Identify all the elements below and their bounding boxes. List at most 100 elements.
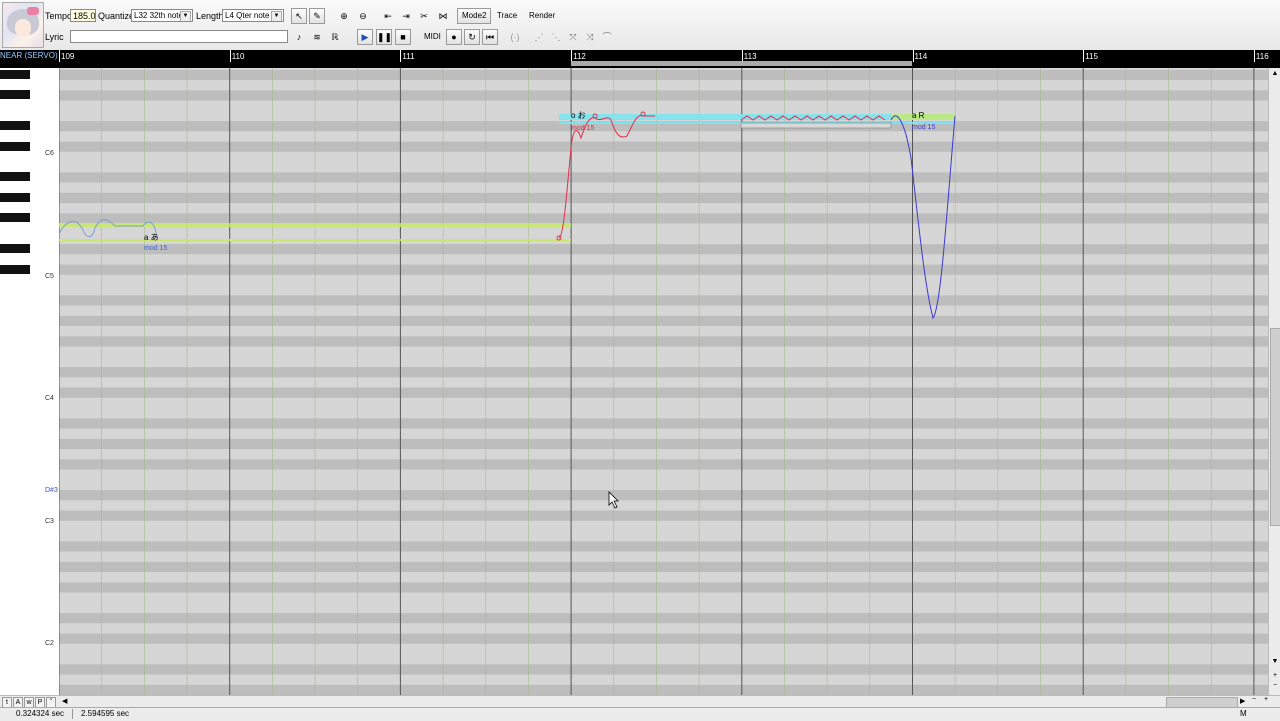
tempo-input[interactable]: 185.0 bbox=[70, 9, 96, 22]
rewind-button[interactable]: ⏮ bbox=[482, 29, 498, 45]
curve-tool-3-button[interactable]: ⤧ bbox=[565, 29, 581, 45]
black-key[interactable] bbox=[0, 244, 30, 254]
pitch-row bbox=[59, 531, 1268, 542]
curve-tool-1-button[interactable]: ⋰ bbox=[531, 29, 547, 45]
zoom-minus-icon[interactable]: − bbox=[1270, 682, 1280, 691]
lyric-label: Lyric bbox=[45, 32, 64, 42]
loop-icon: ↻ bbox=[468, 32, 476, 42]
pitch-row bbox=[59, 469, 1268, 480]
scroll-right-icon[interactable]: ▶ bbox=[1240, 697, 1245, 705]
pitch-row bbox=[59, 151, 1268, 163]
scroll-thumb[interactable] bbox=[1270, 328, 1280, 526]
note-lyric: a R bbox=[912, 111, 925, 120]
zoom-in-button[interactable]: ⊕ bbox=[336, 8, 352, 24]
black-key[interactable] bbox=[0, 172, 30, 182]
note-lyric: o お bbox=[571, 111, 586, 120]
bar-tick bbox=[400, 50, 402, 62]
scroll-up-icon[interactable]: ▲ bbox=[1270, 70, 1280, 79]
curve-5-icon: ⌒ bbox=[602, 32, 612, 42]
split-button[interactable]: ✂ bbox=[416, 8, 432, 24]
pitch-row bbox=[59, 572, 1268, 583]
quantize-select[interactable]: L32 32th note ▼ bbox=[131, 9, 193, 22]
piano-keyboard[interactable]: C6 C5 C4 D#3 C3 C2 bbox=[0, 68, 60, 695]
pitch-row bbox=[59, 500, 1268, 511]
track-name: NEAR (SERVO) bbox=[0, 51, 58, 60]
pitch-row bbox=[59, 643, 1268, 655]
note-tool-button[interactable]: ♪ bbox=[291, 29, 307, 45]
black-key[interactable] bbox=[0, 69, 30, 79]
loop-range-bar[interactable] bbox=[571, 61, 912, 66]
curve-2-icon: ⋱ bbox=[551, 32, 561, 42]
black-key[interactable] bbox=[0, 213, 30, 223]
vertical-scrollbar[interactable]: ▲ ▼ + − bbox=[1268, 68, 1280, 695]
mode-button[interactable]: Mode2 bbox=[457, 8, 492, 24]
disabled-button[interactable]: (·) bbox=[507, 29, 523, 45]
loop-button[interactable]: ↻ bbox=[464, 29, 480, 45]
rewind-icon: ⏮ bbox=[485, 32, 495, 42]
lyric-tool-button[interactable]: ℝ bbox=[327, 29, 343, 45]
curve-tool-5-button[interactable]: ⌒ bbox=[599, 29, 615, 45]
black-key[interactable] bbox=[0, 90, 30, 100]
pencil-tool-button[interactable]: ✎ bbox=[309, 8, 325, 24]
pitch-row bbox=[59, 684, 1268, 695]
move-right-button[interactable]: ⇥ bbox=[398, 8, 414, 24]
curve-tool-4-button[interactable]: ⤨ bbox=[582, 29, 598, 45]
black-key[interactable] bbox=[0, 264, 30, 274]
curve-tool-2-button[interactable]: ⋱ bbox=[548, 29, 564, 45]
scroll-left-icon[interactable]: ◀ bbox=[62, 697, 67, 705]
length-select[interactable]: L4 Qter note ▼ bbox=[222, 9, 284, 22]
select-tool-button[interactable]: ↖ bbox=[291, 8, 307, 24]
pitch-row bbox=[59, 274, 1268, 286]
avatar-bow bbox=[27, 7, 39, 15]
pitch-row bbox=[59, 654, 1268, 665]
pitch-row bbox=[59, 285, 1268, 296]
pencil-icon: ✎ bbox=[313, 11, 321, 21]
move-left-button[interactable]: ⇤ bbox=[380, 8, 396, 24]
quantize-value: L32 32th note bbox=[134, 11, 183, 20]
midi-button[interactable]: MIDI bbox=[419, 29, 446, 45]
black-key[interactable] bbox=[0, 192, 30, 202]
record-button[interactable]: ● bbox=[446, 29, 462, 45]
pitch-row bbox=[59, 90, 1268, 101]
bar-number: 109 bbox=[61, 52, 75, 61]
scroll-down-icon[interactable]: ▼ bbox=[1270, 658, 1280, 667]
pitch-row bbox=[59, 162, 1268, 173]
bracket-icon: (·) bbox=[510, 32, 520, 42]
zoom-in-icon: ⊕ bbox=[340, 11, 348, 21]
play-button[interactable]: ▶ bbox=[357, 29, 373, 45]
status-bar: 0.324324 sec 2.594595 sec M bbox=[0, 707, 1280, 721]
bar-number: 116 bbox=[1255, 52, 1269, 61]
bar-number: 113 bbox=[743, 52, 757, 61]
pitch-row bbox=[59, 100, 1268, 111]
zoom-out-button[interactable]: ⊖ bbox=[355, 8, 371, 24]
hzoom-plus-icon[interactable]: + bbox=[1264, 696, 1268, 703]
bar-number: 115 bbox=[1085, 52, 1098, 61]
vibrato-range[interactable] bbox=[740, 122, 892, 129]
pitch-row bbox=[59, 428, 1268, 439]
note-modulation: mod 15 bbox=[912, 124, 935, 131]
pitch-row bbox=[59, 408, 1268, 419]
bar-number: 110 bbox=[231, 52, 245, 61]
chevron-down-icon: ▼ bbox=[180, 11, 191, 21]
note-label: C6 bbox=[45, 150, 54, 157]
lyric-icon: ℝ bbox=[331, 32, 339, 42]
black-key[interactable] bbox=[0, 141, 30, 151]
pitch-row bbox=[59, 213, 1268, 224]
render-button[interactable]: Render bbox=[524, 8, 560, 24]
lyric-input[interactable] bbox=[70, 30, 288, 43]
pitch-row bbox=[59, 561, 1268, 573]
chevron-down-icon: ▼ bbox=[271, 11, 282, 21]
zoom-plus-icon[interactable]: + bbox=[1270, 672, 1280, 681]
pitch-row bbox=[59, 490, 1268, 501]
trace-button[interactable]: Trace bbox=[492, 8, 522, 24]
vibrato-tool-button[interactable]: ≋ bbox=[309, 29, 325, 45]
hzoom-minus-icon[interactable]: − bbox=[1252, 696, 1256, 703]
status-mode: M bbox=[1240, 709, 1247, 718]
piano-roll-grid[interactable]: a あ mod 15 o お mod 15 a R mod 15 bbox=[59, 68, 1268, 695]
avatar-face bbox=[15, 19, 31, 37]
join-button[interactable]: ⋈ bbox=[435, 8, 451, 24]
stop-button[interactable]: ■ bbox=[395, 29, 411, 45]
black-key[interactable] bbox=[0, 121, 30, 131]
pause-button[interactable]: ❚❚ bbox=[376, 29, 392, 45]
singer-avatar[interactable] bbox=[2, 2, 44, 48]
